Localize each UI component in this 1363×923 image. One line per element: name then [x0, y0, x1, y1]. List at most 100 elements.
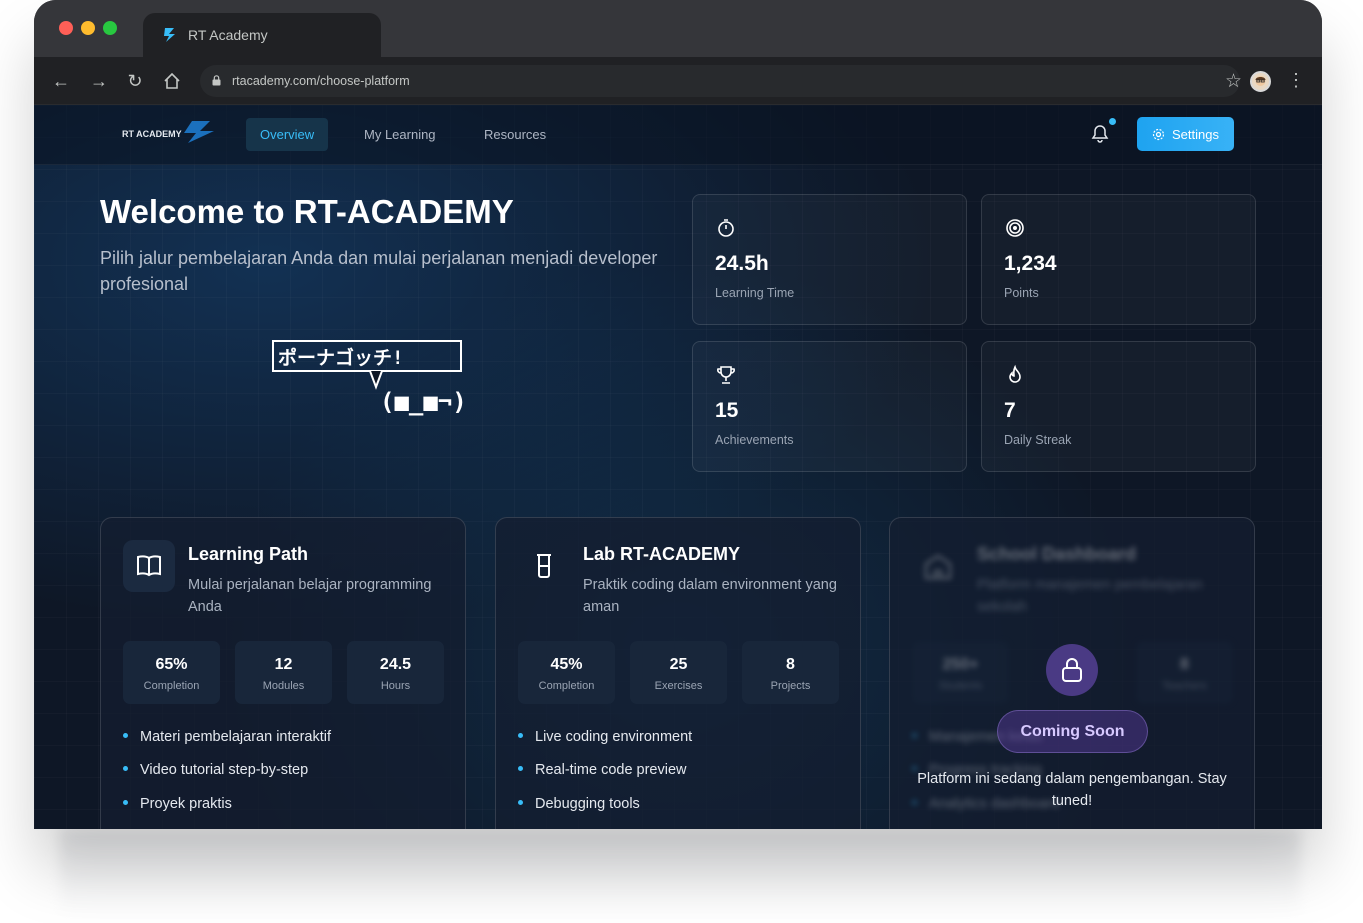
kaomoji-face: (■_■¬)	[380, 388, 467, 416]
lock-icon	[212, 75, 221, 86]
metric-label: Completion	[143, 680, 200, 692]
stat-label: Achievements	[715, 433, 794, 447]
feature-item: Real-time code preview	[518, 762, 687, 778]
logo-text: RT ACADEMY	[122, 129, 182, 139]
rt-academy-logo[interactable]: RT ACADEMY	[122, 119, 218, 145]
title-bar: RT Academy	[34, 0, 1322, 57]
card-title: Lab RT-ACADEMY	[583, 544, 740, 564]
forward-arrow-icon[interactable]: →	[89, 71, 109, 91]
metric-label: Exercises	[654, 680, 703, 692]
browser-toolbar: ← → ↻ rtacademy.com/choose-platform ☆ ⋮	[34, 57, 1322, 105]
bell-icon[interactable]	[1089, 123, 1111, 145]
stat-value: 15	[715, 399, 739, 422]
page-subtitle: Pilih jalur pembelajaran Anda dan mulai …	[100, 248, 658, 294]
avatar-face-icon	[1255, 76, 1266, 86]
stat-value: 1,234	[1004, 252, 1057, 275]
feature-item: Materi pembelajaran interaktif	[123, 729, 331, 745]
back-arrow-icon[interactable]: ←	[51, 71, 71, 91]
stat-label: Daily Streak	[1004, 433, 1072, 447]
metric-value: 8	[1180, 656, 1189, 673]
metric-value: 24.5	[379, 656, 412, 673]
card-description: Platform manajemen pembelajaran sekolah	[977, 577, 1203, 615]
stat-value: 24.5h	[715, 252, 769, 275]
browser-tab[interactable]: RT Academy	[143, 13, 381, 57]
metric-label: Teachers	[1162, 680, 1207, 692]
stat-card-points: 1,234 Points	[981, 194, 1256, 325]
nav-my-learning[interactable]: My Learning	[350, 118, 450, 151]
card-icon-box	[912, 540, 964, 592]
maximize-window-button[interactable]	[103, 21, 117, 35]
school-dashboard-card: School Dashboard Platform manajemen pemb…	[889, 517, 1255, 829]
reload-icon[interactable]: ↻	[125, 71, 145, 91]
trophy-icon	[717, 366, 735, 384]
stat-label: Points	[1004, 286, 1039, 300]
settings-label: Settings	[1172, 126, 1219, 142]
minimize-window-button[interactable]	[81, 21, 95, 35]
bookmark-star-icon[interactable]: ☆	[1225, 70, 1242, 93]
feature-item: Live coding environment	[518, 729, 692, 745]
metric-value: 12	[274, 656, 293, 673]
metric-label: Hours	[380, 680, 411, 692]
target-icon	[1006, 219, 1024, 237]
lab-card[interactable]: Lab RT-ACADEMY Praktik coding dalam envi…	[495, 517, 861, 829]
page-title: Welcome to RT-ACADEMY	[100, 193, 514, 230]
school-icon	[925, 554, 951, 579]
feature-item: Debugging tools	[518, 796, 640, 812]
metric-modules: 12 Modules	[235, 641, 332, 704]
metric-value: 65%	[155, 656, 188, 673]
profile-avatar[interactable]	[1250, 71, 1271, 92]
metric-label: Modules	[262, 680, 305, 692]
metric-hours: 24.5 Hours	[347, 641, 444, 704]
browser-window: RT Academy ← → ↻ rtacademy.com/choose-pl…	[34, 0, 1322, 829]
stat-card-daily-streak: 7 Daily Streak	[981, 341, 1256, 472]
metric-students: 250+ Students	[912, 641, 1009, 704]
metric-exercises: 25 Exercises	[630, 641, 727, 704]
nav-overview[interactable]: Overview	[246, 118, 329, 151]
stat-label: Learning Time	[715, 286, 795, 300]
card-description: Mulai perjalanan belajar programming And…	[188, 577, 432, 615]
metric-value: 25	[669, 656, 688, 673]
metric-projects: 8 Projects	[742, 641, 839, 704]
metric-completion: 65% Completion	[123, 641, 220, 704]
metric-completion: 45% Completion	[518, 641, 615, 704]
coming-soon-message: Platform ini sedang dalam pengembangan. …	[917, 771, 1227, 809]
tab-title: RT Academy	[188, 27, 268, 43]
feature-item: Proyek praktis	[123, 796, 232, 812]
stopwatch-icon	[718, 219, 734, 237]
metric-label: Projects	[770, 680, 811, 692]
flame-icon	[1009, 364, 1021, 383]
metric-value: 8	[786, 656, 795, 673]
stat-value: 7	[1004, 399, 1016, 422]
nav-resources[interactable]: Resources	[470, 118, 560, 151]
window-shadow	[60, 829, 1300, 919]
lock-badge	[1046, 644, 1098, 696]
kaomoji-illustration: ポーナゴッチ! (■_■¬)	[272, 340, 467, 416]
metric-value: 250+	[942, 656, 979, 673]
page-content: RT ACADEMY Overview My Learning Resource…	[34, 105, 1322, 829]
feature-item: Video tutorial step-by-step	[123, 762, 308, 778]
url-text: rtacademy.com/choose-platform	[232, 74, 410, 88]
notification-dot	[1109, 118, 1116, 125]
learning-path-card[interactable]: Learning Path Mulai perjalanan belajar p…	[100, 517, 466, 829]
home-icon[interactable]	[162, 71, 182, 91]
settings-button[interactable]: Settings	[1137, 117, 1234, 151]
metric-label: Students	[938, 680, 983, 692]
beaker-icon	[537, 554, 551, 578]
kaomoji-text: ポーナゴッチ!	[278, 346, 403, 369]
padlock-icon	[1062, 658, 1082, 682]
address-bar[interactable]: rtacademy.com/choose-platform ☆	[200, 65, 1242, 97]
favicon-icon	[164, 28, 175, 42]
card-title: Learning Path	[188, 544, 309, 564]
book-icon	[137, 555, 161, 577]
metric-teachers: 8 Teachers	[1136, 641, 1233, 704]
gear-icon	[1152, 128, 1165, 140]
close-window-button[interactable]	[59, 21, 73, 35]
metric-label: Completion	[538, 680, 595, 692]
card-title: School Dashboard	[977, 544, 1137, 564]
stat-card-achievements: 15 Achievements	[692, 341, 967, 472]
metric-value: 45%	[550, 656, 583, 673]
coming-soon-badge: Coming Soon	[997, 710, 1148, 753]
stat-card-learning-time: 24.5h Learning Time	[692, 194, 967, 325]
more-menu-icon[interactable]: ⋮	[1287, 70, 1305, 91]
card-icon-box	[518, 540, 570, 592]
